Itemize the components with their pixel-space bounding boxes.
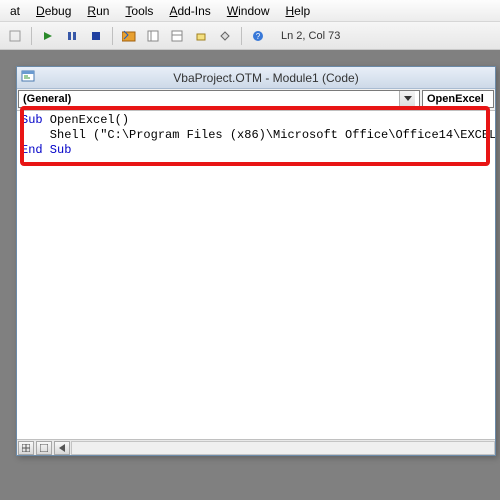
chevron-down-icon (399, 91, 415, 107)
scroll-left-icon[interactable] (54, 441, 70, 455)
code-line1: OpenExcel() (43, 113, 129, 127)
pause-icon[interactable] (61, 25, 83, 47)
toolbar-sep (31, 27, 32, 45)
scrollbar-bottom[interactable] (17, 439, 495, 455)
menu-help[interactable]: Help (280, 2, 317, 20)
toolbox-icon[interactable] (214, 25, 236, 47)
menu-run[interactable]: Run (81, 2, 115, 20)
menu-format[interactable]: at (4, 2, 26, 20)
project-explorer-icon[interactable] (142, 25, 164, 47)
view-proc-icon[interactable] (36, 441, 52, 455)
help-icon[interactable]: ? (247, 25, 269, 47)
object-browser-icon[interactable] (190, 25, 212, 47)
code-window: VbaProject.OTM - Module1 (Code) (General… (16, 66, 496, 456)
menu-window[interactable]: Window (221, 2, 276, 20)
kw-endsub: End Sub (21, 143, 71, 157)
toolbar-sep (112, 27, 113, 45)
view-full-icon[interactable] (18, 441, 34, 455)
kw-sub: Sub (21, 113, 43, 127)
object-dropdown[interactable]: (General) (18, 90, 420, 108)
scroll-track[interactable] (71, 441, 495, 455)
menu-debug[interactable]: Debug (30, 2, 77, 20)
toolbar-btn-1[interactable] (4, 25, 26, 47)
code-line2: Shell ("C:\Program Files (x86)\Microsoft… (21, 128, 495, 142)
procedure-dropdown[interactable]: OpenExcel (422, 90, 494, 108)
toolbar-sep (241, 27, 242, 45)
module-icon (21, 70, 35, 85)
menubar: at Debug Run Tools Add-Ins Window Help (0, 0, 500, 22)
menu-addins[interactable]: Add-Ins (163, 2, 216, 20)
design-mode-icon[interactable] (118, 25, 140, 47)
cursor-position: Ln 2, Col 73 (275, 28, 346, 44)
object-dropdown-value: (General) (23, 93, 71, 105)
menu-tools[interactable]: Tools (119, 2, 159, 20)
procedure-dropdown-value: OpenExcel (427, 93, 484, 105)
code-content[interactable]: Sub OpenExcel() Shell ("C:\Program Files… (17, 111, 495, 160)
toolbar: ? Ln 2, Col 73 (0, 22, 500, 50)
code-area[interactable]: Sub OpenExcel() Shell ("C:\Program Files… (17, 111, 495, 439)
svg-text:?: ? (256, 32, 261, 41)
properties-icon[interactable] (166, 25, 188, 47)
titlebar[interactable]: VbaProject.OTM - Module1 (Code) (17, 67, 495, 89)
stop-icon[interactable] (85, 25, 107, 47)
window-title: VbaProject.OTM - Module1 (Code) (41, 71, 491, 85)
run-icon[interactable] (37, 25, 59, 47)
dropdown-row: (General) OpenExcel (17, 89, 495, 111)
